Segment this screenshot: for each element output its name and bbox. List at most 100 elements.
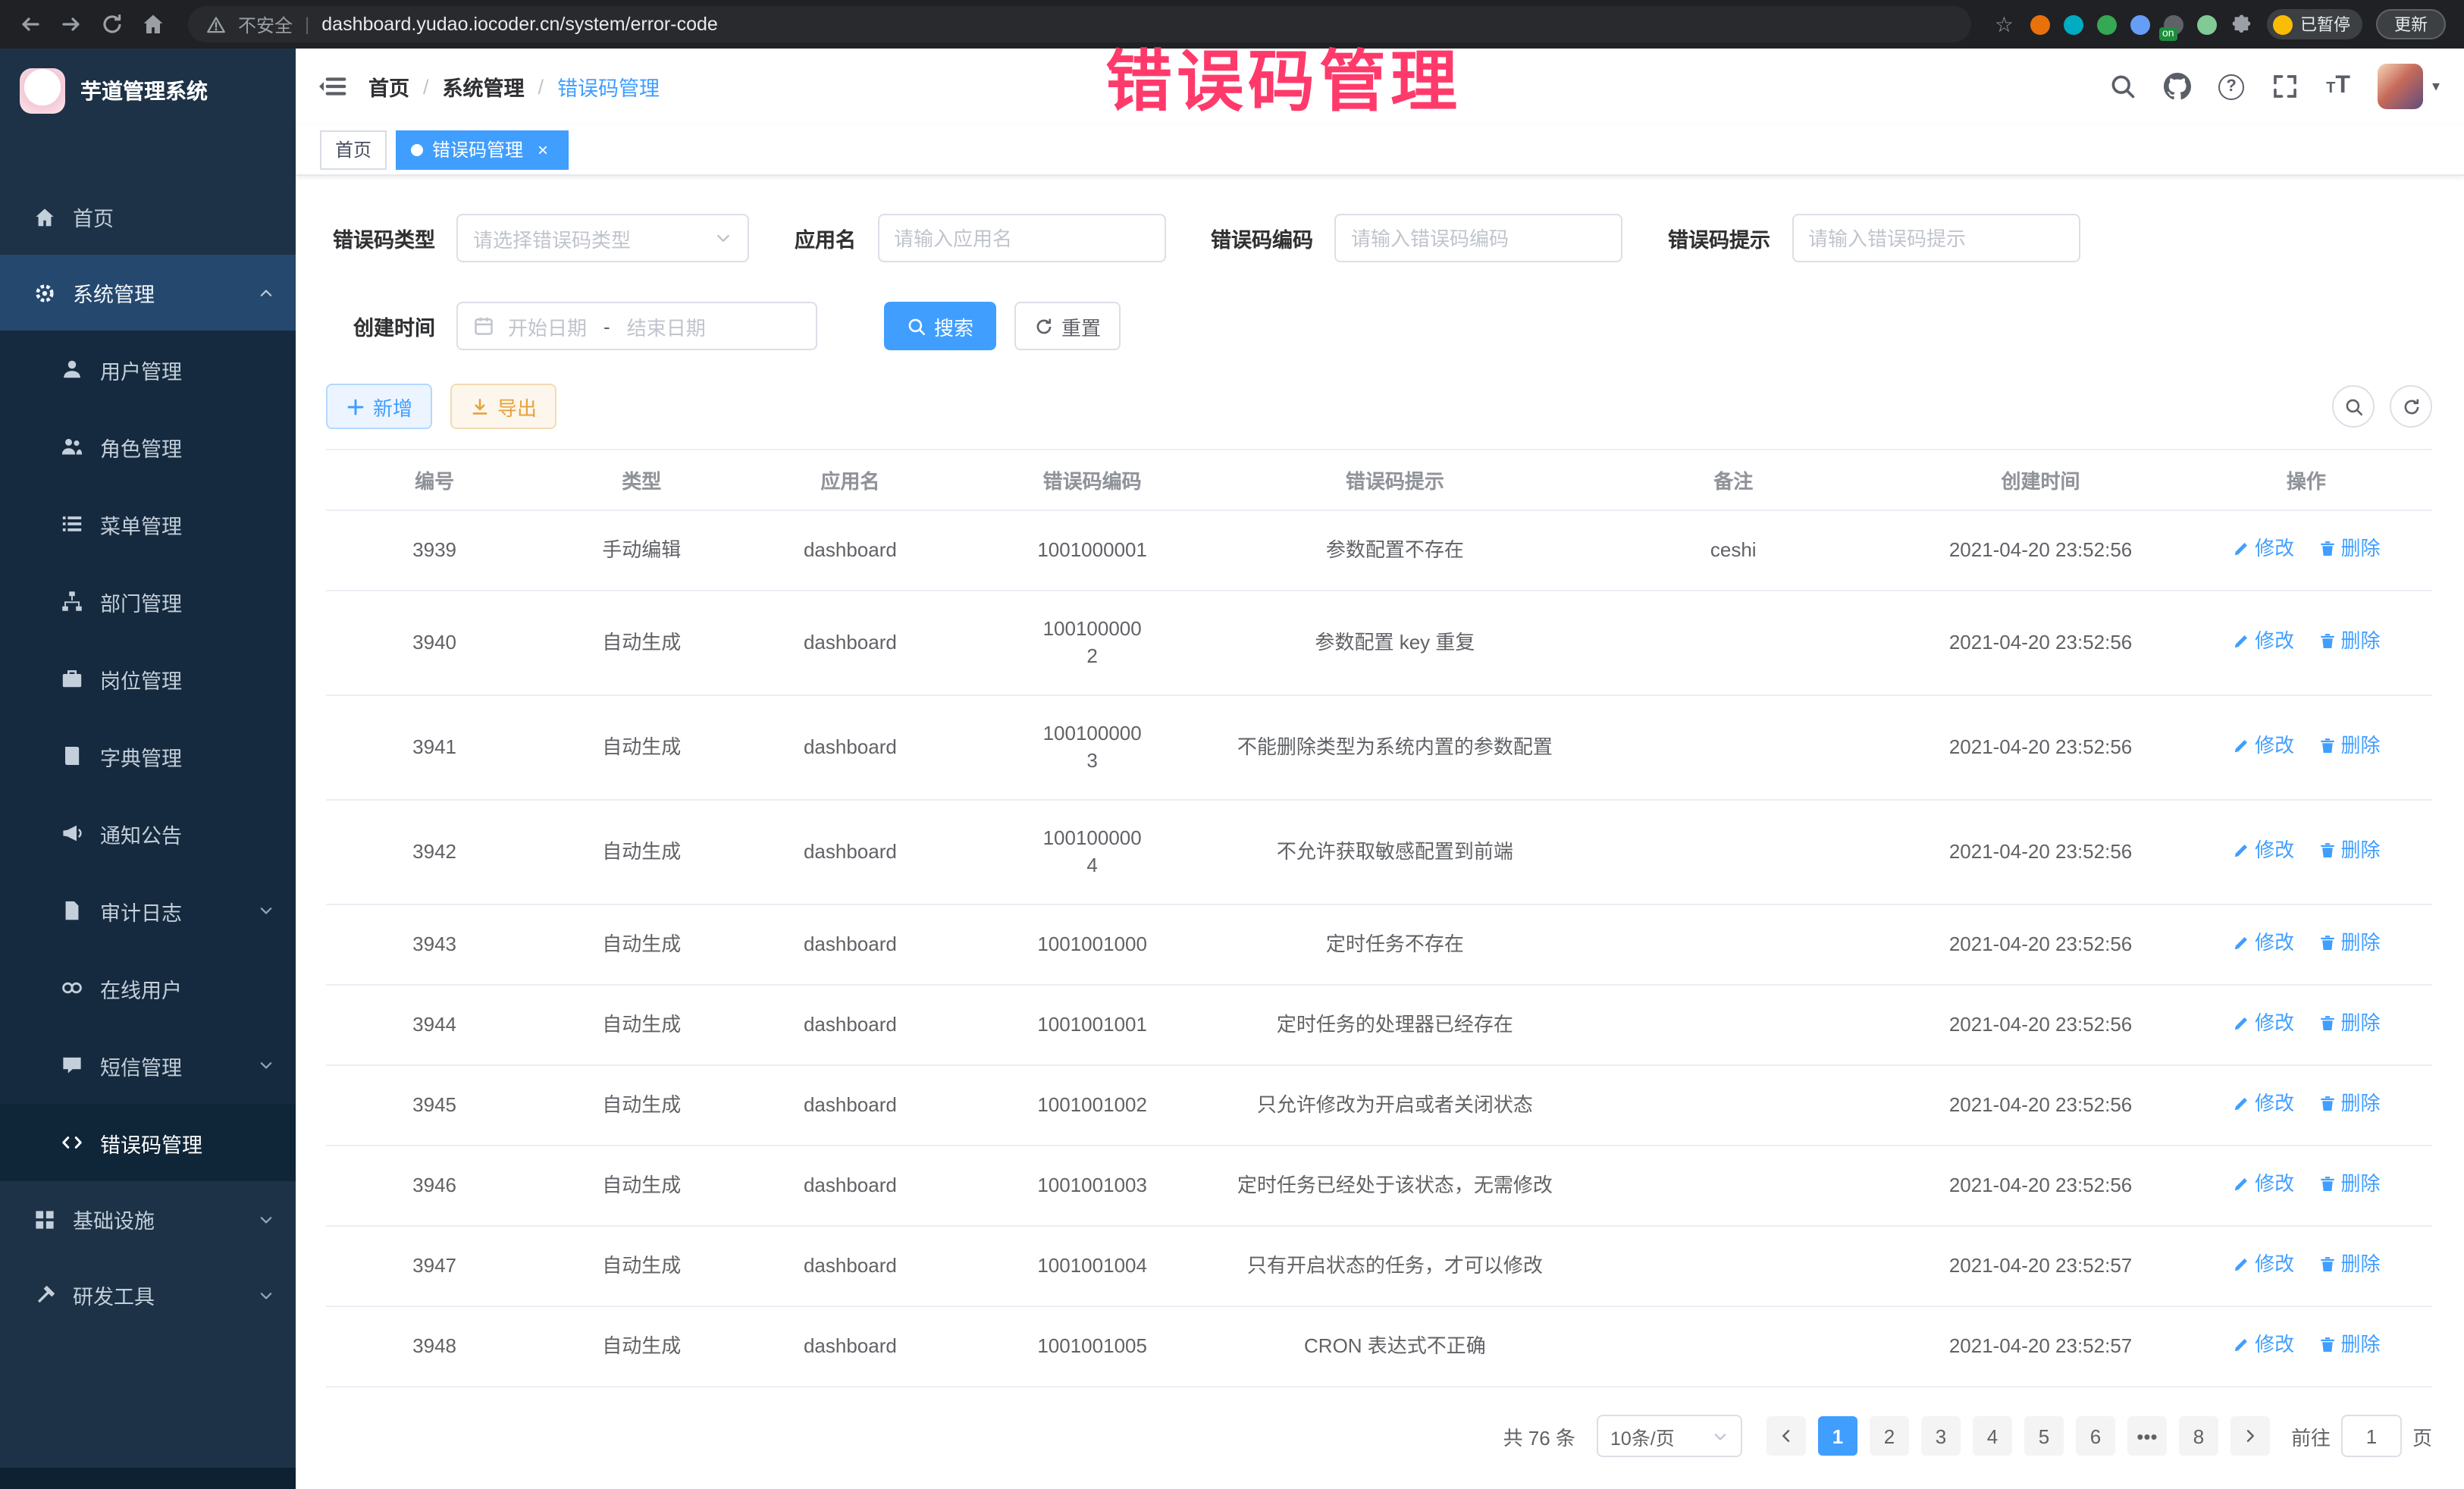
date-range-picker[interactable]: 开始日期 - 结束日期 [456,302,817,350]
cell-ops: 修改 删除 [2180,800,2432,904]
back-icon[interactable] [18,12,42,36]
page-button-2[interactable]: 2 [1870,1416,1909,1456]
reset-button[interactable]: 重置 [1014,302,1121,350]
extension-icon[interactable] [2030,14,2050,34]
page-size-select[interactable]: 10条/页 [1597,1415,1742,1457]
delete-link[interactable]: 删除 [2318,732,2380,760]
delete-link[interactable]: 删除 [2318,837,2380,864]
sidebar-item-user-management[interactable]: 用户管理 [0,331,296,408]
home-icon[interactable] [141,12,165,36]
next-page-button[interactable] [2230,1416,2270,1456]
edit-link[interactable]: 修改 [2232,929,2294,957]
table-row: 3942 自动生成 dashboard 100100000 4 不允许获取敏感配… [326,800,2432,904]
delete-link[interactable]: 删除 [2318,1090,2380,1118]
tab-home[interactable]: 首页 [320,130,387,169]
search-button[interactable]: 搜索 [884,302,996,350]
delete-link[interactable]: 删除 [2318,1171,2380,1198]
edit-link[interactable]: 修改 [2232,1171,2294,1198]
prev-page-button[interactable] [1766,1416,1806,1456]
page-button-6[interactable]: 6 [2076,1416,2115,1456]
user-menu[interactable]: ▾ [2378,64,2440,109]
export-button[interactable]: 导出 [450,384,556,429]
sidebar-item-notice[interactable]: 通知公告 [0,795,296,872]
delete-link[interactable]: 删除 [2318,929,2380,957]
sidebar-item-sms-management[interactable]: 短信管理 [0,1027,296,1104]
delete-link[interactable]: 删除 [2318,1251,2380,1278]
edit-link[interactable]: 修改 [2232,1090,2294,1118]
sidebar-item-menu-management[interactable]: 菜单管理 [0,485,296,563]
page-button-5[interactable]: 5 [2024,1416,2064,1456]
edit-link[interactable]: 修改 [2232,535,2294,563]
column-header-remark: 备注 [1566,450,1901,510]
sidebar: 芋道管理系统 首页 系统管理 用户管理 [0,49,296,1489]
app-name-input[interactable] [877,214,1165,262]
sidebar-item-role-management[interactable]: 角色管理 [0,408,296,485]
address-bar[interactable]: 不安全 | dashboard.yudao.iocoder.cn/system/… [188,6,1972,42]
fullscreen-icon[interactable] [2271,73,2299,100]
security-label: 不安全 [238,11,293,37]
toggle-search-button[interactable] [2332,385,2375,428]
refresh-table-button[interactable] [2390,385,2432,428]
sidebar-item-error-code-management[interactable]: 错误码管理 [0,1104,296,1181]
add-button[interactable]: 新增 [326,384,432,429]
edit-link[interactable]: 修改 [2232,1331,2294,1359]
page-button-8[interactable]: 8 [2179,1416,2218,1456]
extension-icon-with-badge[interactable]: on [2164,14,2183,34]
search-icon[interactable] [2109,73,2136,100]
sidebar-item-audit-log[interactable]: 审计日志 [0,872,296,949]
sidebar-item-home[interactable]: 首页 [0,179,296,255]
extension-icon[interactable] [2064,14,2083,34]
extension-icon[interactable] [2130,14,2150,34]
edit-link[interactable]: 修改 [2232,837,2294,864]
sidebar-item-label: 审计日志 [100,895,182,926]
sidebar-item-system-management[interactable]: 系统管理 [0,255,296,331]
sidebar-item-dict-management[interactable]: 字典管理 [0,717,296,795]
sidebar-item-dept-management[interactable]: 部门管理 [0,563,296,640]
delete-link[interactable]: 删除 [2318,628,2380,655]
chevron-down-icon [258,1211,274,1227]
delete-link[interactable]: 删除 [2318,1331,2380,1359]
sidebar-item-online-users[interactable]: 在线用户 [0,949,296,1027]
page-button-4[interactable]: 4 [1973,1416,2012,1456]
error-code-input[interactable] [1334,214,1622,262]
profile-paused-badge[interactable]: 已暂停 [2267,9,2362,39]
edit-link[interactable]: 修改 [2232,732,2294,760]
browser-update-button[interactable]: 更新 [2376,9,2446,39]
edit-link[interactable]: 修改 [2232,1251,2294,1278]
sidebar-item-post-management[interactable]: 岗位管理 [0,640,296,717]
delete-link[interactable]: 删除 [2318,535,2380,563]
breadcrumb-system[interactable]: 系统管理 [443,71,525,102]
bookmark-star-icon[interactable]: ☆ [1995,11,2014,37]
reload-icon[interactable] [100,12,124,36]
edit-link[interactable]: 修改 [2232,1010,2294,1037]
grid-icon [33,1208,56,1230]
chevron-down-icon [258,902,274,919]
extension-icon[interactable] [2097,14,2117,34]
edit-link[interactable]: 修改 [2232,628,2294,655]
help-icon[interactable]: ? [2218,74,2244,99]
cell-ops: 修改 删除 [2180,591,2432,695]
delete-link[interactable]: 删除 [2318,1010,2380,1037]
breadcrumb-home[interactable]: 首页 [368,71,409,102]
extension-icon[interactable] [2197,14,2217,34]
error-type-select[interactable]: 请选择错误码类型 [456,214,749,262]
trash-icon [2318,540,2336,558]
page-button-1[interactable]: 1 [1818,1416,1857,1456]
avatar[interactable] [2378,64,2423,109]
sidebar-item-infrastructure[interactable]: 基础设施 [0,1181,296,1257]
close-icon[interactable]: × [532,139,553,160]
hamburger-icon[interactable] [317,71,347,102]
error-hint-input[interactable] [1792,214,2080,262]
cell-hint: 只有开启状态的任务，才可以修改 [1224,1226,1566,1306]
github-icon[interactable] [2164,73,2191,100]
extensions-puzzle-icon[interactable] [2230,13,2253,36]
forward-icon[interactable] [59,12,83,36]
date-separator: - [603,315,610,337]
sidebar-item-dev-tools[interactable]: 研发工具 [0,1257,296,1333]
more-pages-button[interactable]: ••• [2127,1416,2167,1456]
page-button-3[interactable]: 3 [1921,1416,1961,1456]
cell-created: 2021-04-20 23:52:56 [1901,904,2180,985]
font-size-icon[interactable]: TT [2326,73,2350,100]
tab-error-code-management[interactable]: 错误码管理 × [396,130,569,169]
goto-page-input[interactable] [2341,1415,2402,1457]
